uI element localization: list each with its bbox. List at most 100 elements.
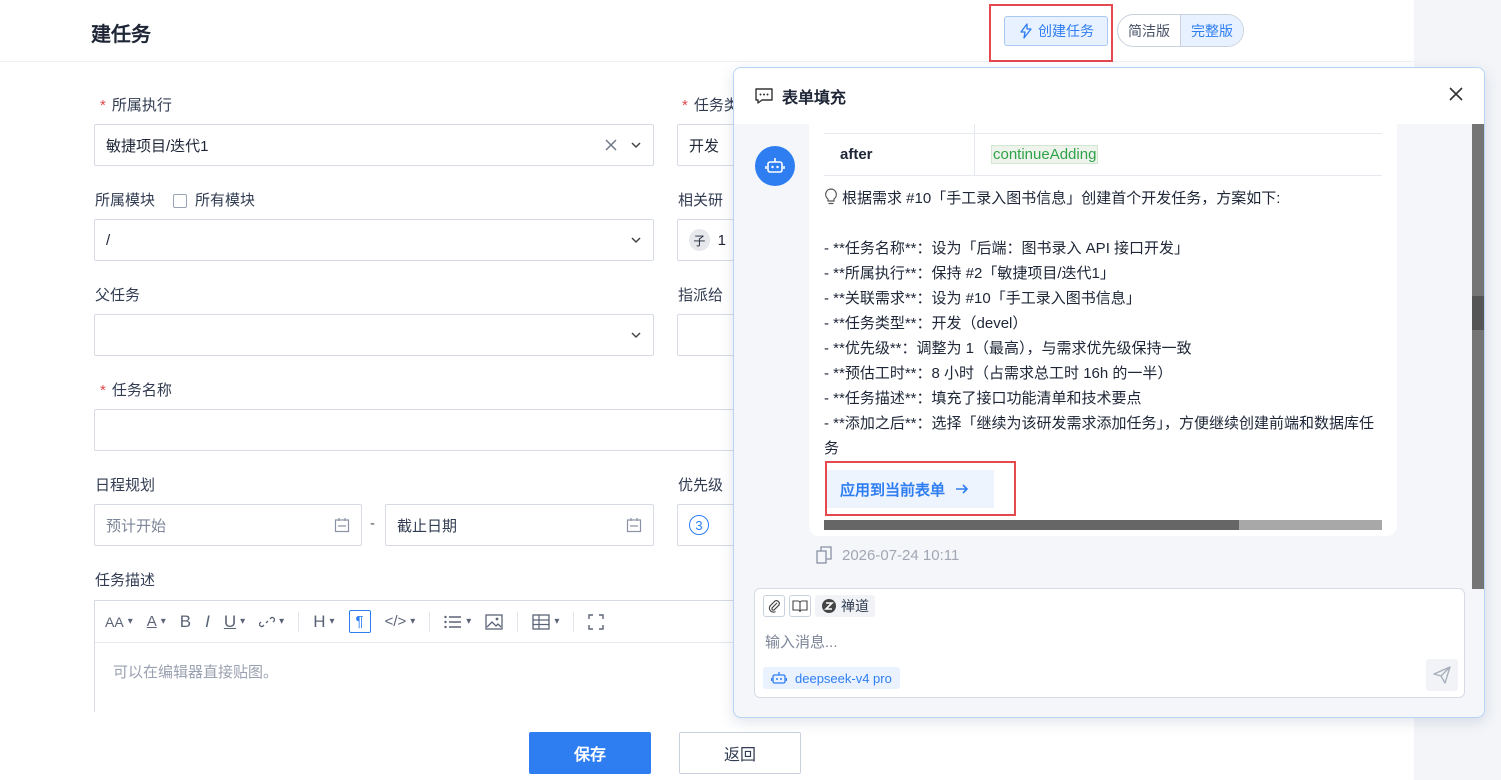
list-item: - **关联需求**：设为 #10「手工录入图书信息」 [824,290,1141,307]
module-select[interactable]: / [94,219,654,261]
underline-button[interactable]: U ▾ [224,612,245,632]
heading-button[interactable]: H ▾ [313,612,334,632]
task-name-input[interactable] [94,409,744,451]
task-name-label: * 任务名称 [100,382,172,399]
priority-select[interactable]: 3 [677,504,737,546]
fullscreen-button[interactable] [588,613,605,630]
clear-icon[interactable] [604,138,618,152]
description-editor[interactable]: AA ▾ A ▾ B I U ▾ ▾ H ▾ ¶ </> ▾ ▾ ▾ 可以在编辑器直接贴图… [94,600,754,712]
desc-label: 任务描述 [95,572,156,589]
link-button[interactable]: ▾ [259,614,284,630]
image-button[interactable] [485,613,503,630]
list-button[interactable]: ▾ [444,615,471,629]
chat-icon [755,88,773,104]
assign-select[interactable] [677,314,737,356]
book-icon [792,600,808,613]
related-label: 相关研 [678,192,724,209]
lightbulb-icon [825,188,837,205]
message-intro: 根据需求 #10「手工录入图书信息」创建首个开发任务，方案如下: [824,186,1384,211]
horizontal-scrollbar[interactable] [824,520,1382,530]
list-icon [444,615,462,628]
toolbar-divider [517,611,519,632]
table-cell-key: after [824,134,975,175]
priority-label: 优先级 [678,477,724,494]
toolbar-divider [573,611,575,632]
bold-button[interactable]: B [180,612,191,632]
table-row: after continueAdding [824,134,1382,176]
zentao-button[interactable]: 禅道 [815,595,875,617]
scrollbar-track [1472,124,1484,589]
send-button[interactable] [1426,659,1458,691]
execution-label: * 所属执行 [100,97,172,114]
calendar-icon [334,518,350,533]
zentao-icon [822,599,836,613]
start-date-input[interactable]: 预计开始 [94,504,362,546]
mode-switch: 简洁版 完整版 [1117,14,1244,47]
end-date-input[interactable]: 截止日期 [385,504,654,546]
table-button[interactable]: ▾ [532,613,559,630]
execution-select[interactable]: 敏捷项目/迭代1 [94,124,654,166]
message-text: 根据需求 #10「手工录入图书信息」创建首个开发任务，方案如下: - **任务名… [824,186,1384,461]
knowledge-button[interactable] [789,595,811,617]
send-icon [1433,666,1451,684]
form-fill-panel: 表单填充 after continueAdding 根据需求 #10「手工录入图… [733,67,1485,718]
table-cell-value: continueAdding [991,145,1099,164]
panel-title: 表单填充 [782,90,847,107]
list-item: - **所属执行**：保持 #2「敏捷项目/迭代1」 [824,265,1115,282]
chevron-down-icon [631,237,641,244]
module-value: / [106,231,111,249]
scrollbar-thumb[interactable] [1472,296,1484,330]
chat-messages[interactable]: after continueAdding 根据需求 #10「手工录入图书信息」创… [734,124,1474,584]
create-task-button[interactable]: 创建任务 [1004,16,1108,46]
paragraph-button[interactable]: ¶ [348,610,371,633]
page-header: 建任务 创建任务 简洁版 完整版 [0,0,1414,62]
back-button[interactable]: 返回 [679,732,801,774]
scrollbar-thumb[interactable] [824,520,1239,530]
chevron-down-icon [631,142,641,149]
mode-simple-button[interactable]: 简洁版 [1118,15,1180,46]
table-icon [532,613,550,630]
italic-button[interactable]: I [205,612,210,632]
list-item: - **优先级**：调整为 1（最高），与需求优先级保持一致 [824,340,1192,357]
attach-button[interactable] [763,595,785,617]
save-button[interactable]: 保存 [529,732,651,774]
list-item: - **任务描述**：填充了接口功能清单和技术要点 [824,390,1142,407]
related-select[interactable]: 子 1 [677,219,737,261]
panel-header: 表单填充 [734,68,1484,124]
page-title: 建任务 [91,24,151,46]
image-icon [485,613,503,630]
table-row [824,124,1382,134]
robot-icon [765,158,785,173]
priority-badge: 3 [689,515,709,535]
task-type-select[interactable]: 开发 [677,124,737,166]
message-input[interactable]: 输入消息... [765,631,838,652]
input-tools: 禅道 [763,595,875,617]
robot-icon [771,672,787,684]
all-modules-label: 所有模块 [195,192,256,209]
message-meta: 2026-07-24 10:11 [816,546,959,564]
parent-select[interactable] [94,314,654,356]
font-size-button[interactable]: AA ▾ [105,614,133,630]
copy-icon[interactable] [816,546,832,564]
module-label: 所属模块 所有模块 [95,192,256,209]
font-color-button[interactable]: A ▾ [147,613,166,630]
create-task-label: 创建任务 [1038,23,1094,39]
fullscreen-icon [588,613,605,630]
vertical-scrollbar[interactable] [1472,124,1484,589]
link-icon [259,616,276,627]
all-modules-checkbox[interactable] [173,194,188,209]
mode-full-button[interactable]: 完整版 [1180,15,1243,46]
execution-value: 敏捷项目/迭代1 [106,137,209,155]
message-timestamp: 2026-07-24 10:11 [842,546,960,564]
lightning-icon [1020,23,1032,39]
model-selector[interactable]: deepseek-v4 pro [763,667,900,689]
list-item: - **任务类型**：开发（devel） [824,315,1028,332]
editor-placeholder: 可以在编辑器直接贴图。 [113,664,279,681]
chevron-down-icon [631,332,641,339]
close-icon[interactable] [1448,86,1464,102]
task-type-label: * 任务类 [682,97,739,114]
paperclip-icon [768,600,780,613]
highlight-apply [825,461,1016,516]
editor-toolbar: AA ▾ A ▾ B I U ▾ ▾ H ▾ ¶ </> ▾ ▾ ▾ [95,601,753,643]
code-button[interactable]: </> ▾ [385,613,416,630]
